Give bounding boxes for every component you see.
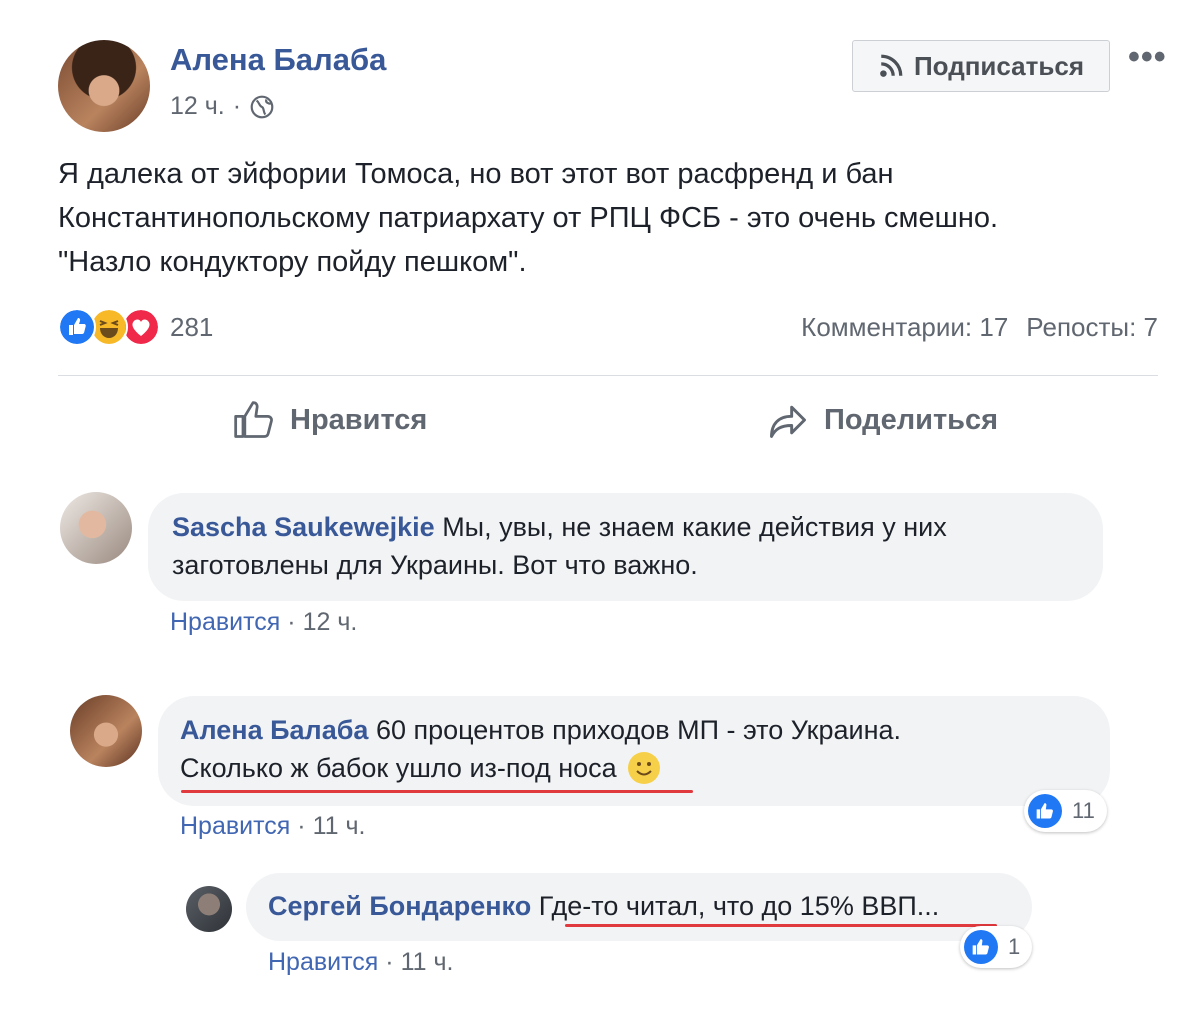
post-text-line: Константинопольскому патриархату от РПЦ … [58, 202, 999, 234]
reply-likes-badge[interactable]: 1 [960, 926, 1033, 968]
comments-count[interactable]: Комментарии: 17 [801, 312, 1008, 343]
comment-likes-count: 11 [1072, 798, 1095, 823]
rss-icon [880, 54, 903, 77]
comment-author[interactable]: Алена Балаба [180, 715, 368, 745]
comment-like-link[interactable]: Нравится [180, 812, 290, 840]
comment-meta: Нравится · 12 ч. [170, 608, 357, 637]
post-text: Я далека от эйфории Томоса, но вот этот … [58, 152, 1158, 284]
reply-meta: Нравится · 11 ч. [268, 948, 453, 977]
meta-separator: · [297, 812, 306, 840]
reply-like-link[interactable]: Нравится [268, 948, 378, 976]
share-arrow-icon [770, 405, 806, 438]
comment-likes-badge[interactable]: 11 [1024, 790, 1107, 832]
comment-text: 60 процентов приходов МП - это Украина. [375, 715, 902, 745]
highlight-underline [181, 790, 693, 793]
thumbs-up-icon [234, 401, 273, 438]
comment-text: Мы, увы, не знаем какие действия у них [442, 512, 947, 542]
meta-separator: · [385, 948, 394, 976]
reaction-count[interactable]: 281 [170, 312, 213, 343]
globe-icon [250, 95, 274, 118]
comment-author[interactable]: Sascha Saukewejkie [172, 512, 435, 542]
comment-bubble: Sascha Saukewejkie Мы, увы, не знаем как… [148, 493, 1103, 601]
shares-count[interactable]: Репосты: 7 [1026, 312, 1158, 343]
reply-time[interactable]: 11 ч. [401, 948, 454, 976]
comment-meta: Нравится · 11 ч. [180, 812, 365, 841]
more-options-icon[interactable]: ••• [1128, 38, 1167, 77]
comment-time[interactable]: 11 ч. [313, 812, 366, 840]
reply-text: Где-то читал, что до 15% ВВП... [538, 891, 940, 921]
share-action-button[interactable]: Поделиться [766, 398, 998, 442]
meta-separator: · [287, 608, 296, 636]
meta-separator: · [232, 92, 242, 120]
post-author-avatar[interactable] [58, 40, 150, 132]
post-meta: 12 ч. · [170, 92, 275, 121]
reactions-summary[interactable]: 281 [58, 308, 213, 346]
like-action-label: Нравится [290, 403, 428, 436]
post-time[interactable]: 12 ч. [170, 92, 225, 121]
share-action-label: Поделиться [824, 403, 999, 436]
like-reaction-icon [58, 308, 96, 346]
post-counts: Комментарии: 17 Репосты: 7 [801, 312, 1158, 343]
post-author-name[interactable]: Алена Балаба [170, 42, 386, 78]
reply-bubble: Сергей Бондаренко Где-то читал, что до 1… [246, 873, 1032, 941]
post-text-line: Я далека от эйфории Томоса, но вот этот … [58, 158, 894, 190]
like-action-button[interactable]: Нравится [232, 398, 427, 442]
divider [58, 375, 1158, 376]
follow-button[interactable]: Подписаться [852, 40, 1110, 92]
comment-text: заготовлены для Украины. Вот что важно. [172, 550, 698, 580]
follow-button-label: Подписаться [913, 50, 1084, 81]
comment-avatar[interactable] [70, 695, 142, 767]
highlight-underline [565, 924, 997, 927]
comment-like-link[interactable]: Нравится [170, 608, 280, 636]
comment-time[interactable]: 12 ч. [303, 608, 358, 636]
smile-emoji-icon [627, 752, 660, 784]
reply-likes-count: 1 [1008, 934, 1021, 959]
comment-avatar[interactable] [60, 492, 132, 564]
reply-avatar[interactable] [186, 886, 232, 932]
reply-author[interactable]: Сергей Бондаренко [268, 891, 531, 921]
like-badge-icon [964, 930, 998, 964]
post-text-line: "Назло кондуктору пойду пешком". [58, 246, 527, 278]
comment-text: Сколько ж бабок ушло из-под носа [180, 753, 617, 783]
like-badge-icon [1028, 794, 1062, 828]
